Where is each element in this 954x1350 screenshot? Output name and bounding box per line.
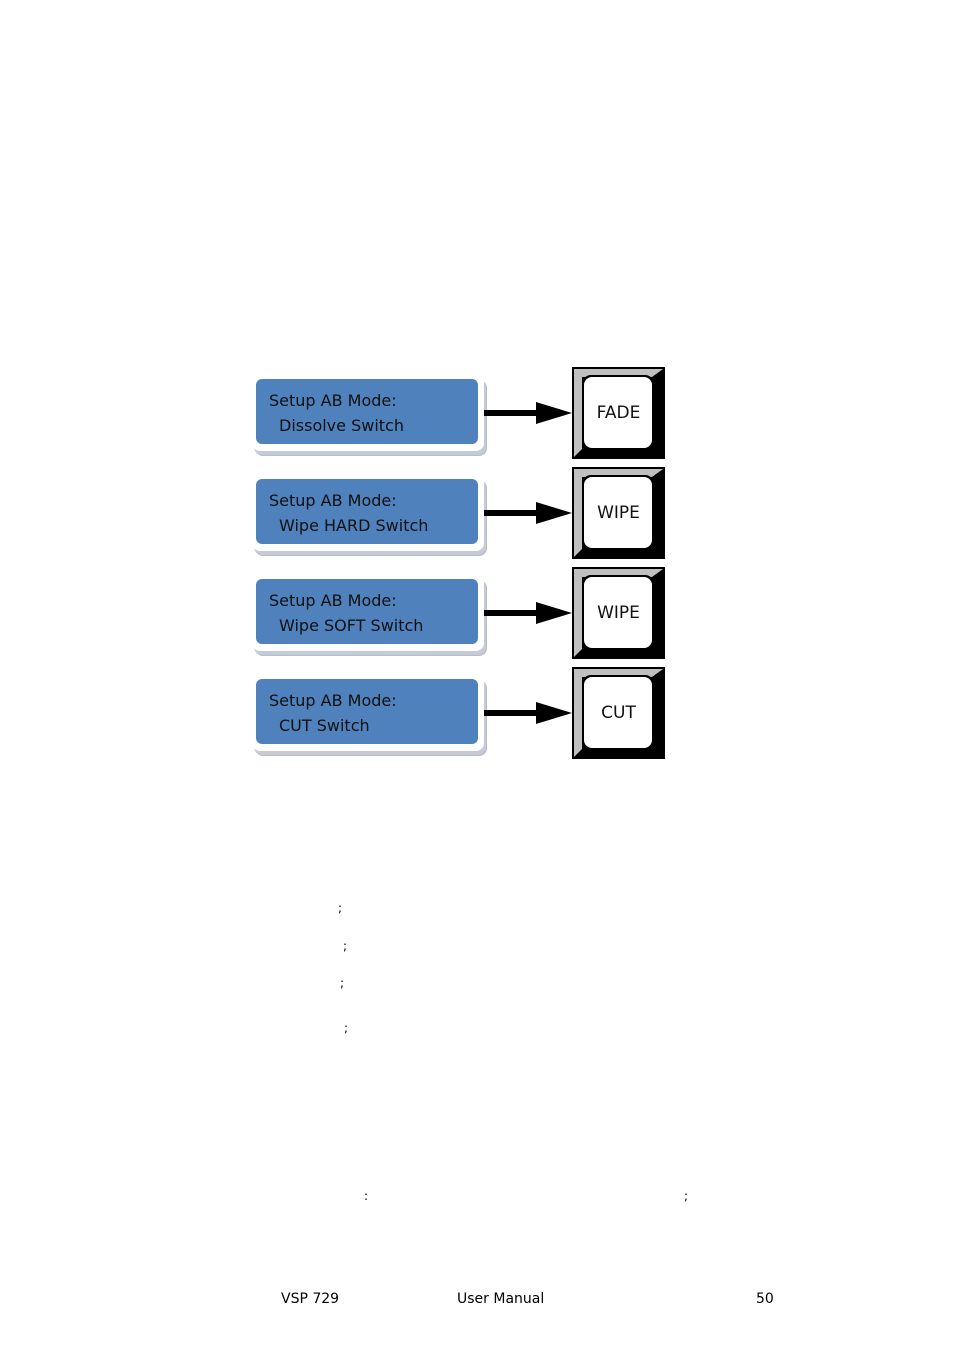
key-label: CUT [601,703,636,723]
lcd-screen: Setup AB Mode: Wipe HARD Switch [256,479,478,544]
lcd-display: Setup AB Mode: Wipe HARD Switch [252,475,484,551]
arrow-right-icon [484,402,572,424]
key-label: FADE [596,403,641,423]
list-punct: ; [338,901,343,915]
lcd-display: Setup AB Mode: CUT Switch [252,675,484,751]
lcd-screen: Setup AB Mode: Wipe SOFT Switch [256,579,478,644]
mode-row-wipe-soft: Setup AB Mode: Wipe SOFT Switch WIPE [252,567,667,664]
arrow-right-icon [484,602,572,624]
key-label: WIPE [597,603,640,623]
lcd-line-1: Setup AB Mode: [269,591,397,610]
lcd-line-2: CUT Switch [279,716,370,735]
footer-model: VSP 729 [281,1291,340,1307]
lcd-line-2: Wipe SOFT Switch [279,616,424,635]
arrow-right-icon [484,502,572,524]
mode-row-wipe-hard: Setup AB Mode: Wipe HARD Switch WIPE [252,467,667,564]
lcd-display: Setup AB Mode: Dissolve Switch [252,375,484,451]
page-number: 50 [756,1291,774,1307]
bottom-punct: : [364,1189,369,1203]
lcd-line-1: Setup AB Mode: [269,391,397,410]
fade-key: FADE [572,367,665,459]
list-punct: ; [340,976,345,990]
lcd-screen: Setup AB Mode: Dissolve Switch [256,379,478,444]
footer-title: User Manual [457,1291,545,1307]
lcd-line-2: Dissolve Switch [279,416,404,435]
wipe-key: WIPE [572,567,665,659]
lcd-line-2: Wipe HARD Switch [279,516,429,535]
list-punct: ; [344,1021,349,1035]
arrow-right-icon [484,702,572,724]
key-label: WIPE [597,503,640,523]
lcd-display: Setup AB Mode: Wipe SOFT Switch [252,575,484,651]
lcd-screen: Setup AB Mode: CUT Switch [256,679,478,744]
mode-row-dissolve: Setup AB Mode: Dissolve Switch FADE [252,367,667,464]
lcd-line-1: Setup AB Mode: [269,491,397,510]
list-punct: ; [343,939,348,953]
mode-row-cut: Setup AB Mode: CUT Switch CUT [252,667,667,764]
lcd-line-1: Setup AB Mode: [269,691,397,710]
bottom-punct: ; [684,1189,689,1203]
cut-key: CUT [572,667,665,759]
wipe-key: WIPE [572,467,665,559]
